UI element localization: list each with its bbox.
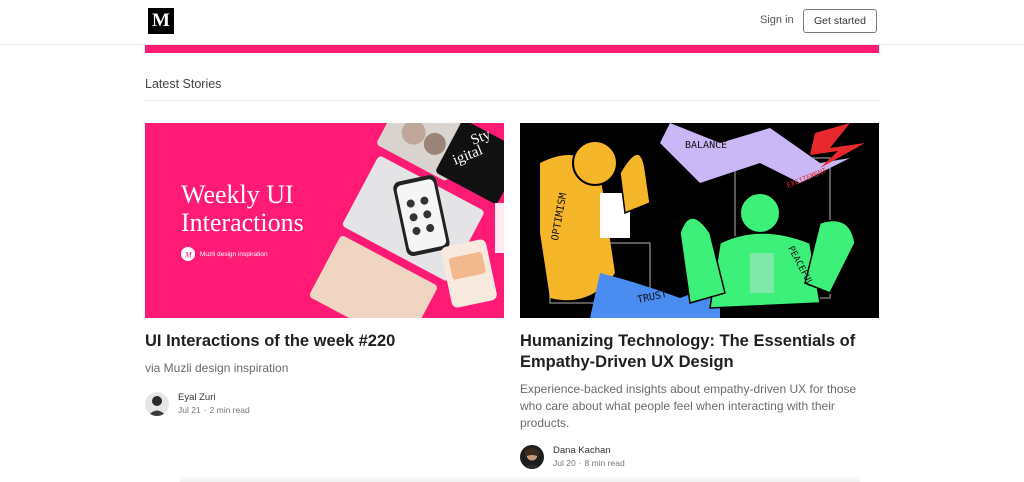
scroll-shadow	[180, 476, 860, 482]
story-card[interactable]: Sty igital Weekly UI Interactions M Muzl…	[145, 123, 504, 417]
story-meta: Jul 20 · 8 min read	[553, 458, 625, 468]
author-name[interactable]: Eyal Zuri	[178, 391, 250, 404]
story-thumbnail[interactable]: BALANCE OPTIMISM TRUST PEACEFUL EXCITEME…	[520, 123, 879, 318]
story-subtitle-line: Experience-backed insights about empathy…	[520, 382, 857, 396]
story-date: Jul 21	[178, 405, 201, 415]
featured-banner-strip[interactable]	[145, 45, 879, 53]
get-started-button[interactable]: Get started	[803, 9, 877, 33]
story-thumbnail[interactable]: Sty igital Weekly UI Interactions M Muzl…	[145, 123, 504, 318]
section-divider	[145, 100, 879, 101]
story-subtitle[interactable]: via Muzli design inspiration	[145, 360, 504, 377]
story-date: Jul 20	[553, 458, 576, 468]
story-subtitle[interactable]: Experience-backed insights about empathy…	[520, 381, 879, 432]
read-time: 8 min read	[584, 458, 625, 468]
svg-text:Interactions: Interactions	[181, 208, 304, 237]
story-author: Dana Kachan Jul 20 · 8 min read	[520, 444, 879, 470]
sign-in-link[interactable]: Sign in	[760, 14, 794, 26]
avatar[interactable]	[145, 392, 169, 416]
svg-text:Muzli design inspiration: Muzli design inspiration	[200, 251, 268, 258]
svg-text:Weekly UI: Weekly UI	[181, 180, 294, 209]
story-title-line: Humanizing Technology: The Essentials of	[520, 332, 856, 350]
read-time: 2 min read	[209, 405, 250, 415]
avatar[interactable]	[520, 445, 544, 469]
story-meta: Jul 21 · 2 min read	[178, 405, 250, 415]
story-title-line: Empathy-Driven UX Design	[520, 353, 734, 371]
story-card[interactable]: BALANCE OPTIMISM TRUST PEACEFUL EXCITEME…	[520, 123, 879, 470]
top-nav: M Sign in Get started	[0, 0, 1024, 45]
svg-text:M: M	[184, 251, 193, 260]
story-title[interactable]: UI Interactions of the week #220	[145, 331, 504, 352]
author-name[interactable]: Dana Kachan	[553, 444, 625, 457]
story-subtitle-line: who care about what people feel when int…	[520, 399, 835, 413]
story-title[interactable]: Humanizing Technology: The Essentials of…	[520, 331, 879, 373]
story-subtitle-line: products.	[520, 416, 570, 430]
svg-text:BALANCE: BALANCE	[685, 140, 727, 151]
weekly-ui-artwork: Sty igital Weekly UI Interactions M Muzl…	[145, 123, 504, 318]
section-title: Latest Stories	[145, 77, 222, 91]
medium-logo[interactable]: M	[148, 8, 174, 34]
empathy-ux-artwork: BALANCE OPTIMISM TRUST PEACEFUL EXCITEME…	[520, 123, 879, 318]
story-author: Eyal Zuri Jul 21 · 2 min read	[145, 391, 504, 417]
